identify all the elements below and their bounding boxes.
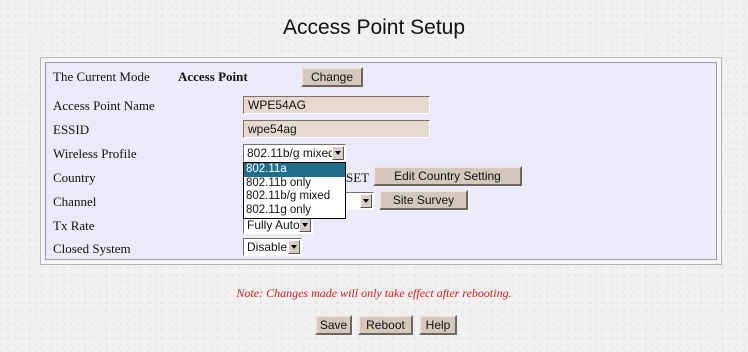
page-title: Access Point Setup bbox=[282, 16, 466, 39]
current-mode-label: The Current Mode bbox=[53, 69, 150, 84]
wireless-profile-select[interactable]: 802.11b/g mixed bbox=[243, 144, 346, 162]
closed-system-select[interactable]: Disable bbox=[243, 238, 302, 256]
chevron-down-icon[interactable] bbox=[299, 218, 311, 232]
closed-system-label: Closed System bbox=[53, 241, 131, 256]
chevron-down-icon[interactable] bbox=[332, 146, 344, 160]
closed-system-selected: Disable bbox=[247, 240, 288, 254]
dropdown-option[interactable]: 802.11g only bbox=[244, 204, 345, 218]
essid-label: ESSID bbox=[53, 122, 90, 137]
current-mode-value: Access Point bbox=[178, 69, 248, 84]
reboot-button[interactable]: Reboot bbox=[358, 315, 413, 335]
wireless-profile-dropdown: 802.11a 802.11b only 802.11b/g mixed 802… bbox=[243, 162, 346, 219]
wireless-profile-selected: 802.11b/g mixed bbox=[247, 146, 335, 160]
country-value: SET bbox=[346, 170, 370, 185]
ap-name-field[interactable]: WPE54AG bbox=[243, 96, 430, 114]
essid-field[interactable]: wpe54ag bbox=[243, 120, 430, 138]
wireless-profile-label: Wireless Profile bbox=[53, 146, 137, 161]
channel-label: Channel bbox=[53, 194, 97, 209]
save-button[interactable]: Save bbox=[315, 315, 352, 335]
change-mode-button[interactable]: Change bbox=[301, 67, 363, 87]
dropdown-option[interactable]: 802.11a bbox=[244, 163, 345, 177]
dropdown-option[interactable]: 802.11b/g mixed bbox=[244, 190, 345, 204]
country-label: Country bbox=[53, 170, 96, 185]
ap-name-label: Access Point Name bbox=[53, 98, 155, 113]
tx-rate-selected: Fully Auto bbox=[247, 218, 300, 232]
help-button[interactable]: Help bbox=[419, 315, 457, 335]
edit-country-setting-button[interactable]: Edit Country Setting bbox=[373, 166, 522, 186]
site-survey-button[interactable]: Site Survey bbox=[379, 190, 468, 210]
settings-panel bbox=[45, 62, 717, 260]
reboot-note: Note: Changes made will only take effect… bbox=[236, 286, 512, 300]
chevron-down-icon[interactable] bbox=[288, 240, 300, 254]
tx-rate-label: Tx Rate bbox=[53, 218, 95, 233]
dropdown-option[interactable]: 802.11b only bbox=[244, 177, 345, 191]
chevron-down-icon[interactable] bbox=[360, 194, 372, 208]
